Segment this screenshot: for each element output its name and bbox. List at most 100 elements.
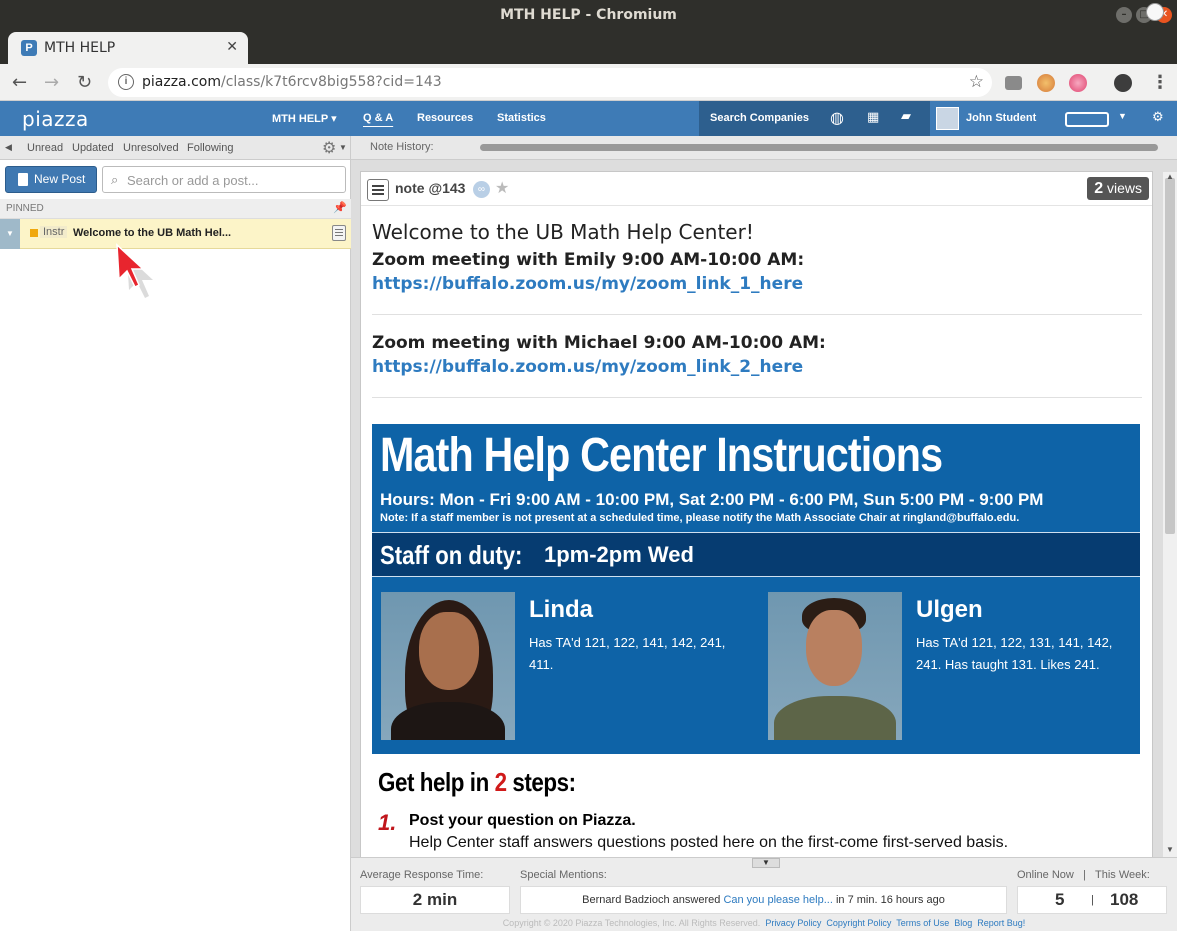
back-icon[interactable]: ←	[12, 72, 27, 93]
chat-icon[interactable]: ▰	[901, 108, 911, 124]
link-icon[interactable]: ∞	[473, 181, 490, 198]
meeting-emily: Zoom meeting with Emily 9:00 AM-10:00 AM…	[372, 250, 805, 270]
poster-note: Note: If a staff member is not present a…	[380, 512, 1020, 524]
staff-desc: Has TA'd 121, 122, 141, 142, 241, 411.	[529, 635, 726, 672]
user-name[interactable]: John Student	[966, 112, 1036, 124]
calendar-icon[interactable]: ▦	[867, 109, 879, 125]
slider-handle[interactable]	[1146, 3, 1164, 21]
post-title[interactable]: Welcome to the UB Math Hel...	[73, 227, 231, 239]
step-number: 1.	[378, 810, 397, 835]
divider	[372, 314, 1142, 315]
note-id: note @143	[395, 180, 466, 196]
globe-icon[interactable]: ◍	[830, 108, 844, 128]
step-desc: Help Center staff answers questions post…	[409, 834, 1009, 851]
step-title: Post your question on Piazza.	[409, 812, 636, 829]
avg-response-label: Average Response Time:	[360, 869, 484, 881]
menu-icon[interactable]	[367, 179, 389, 201]
instructions-poster: Math Help Center Instructions Hours: Mon…	[372, 424, 1140, 754]
tab-title: MTH HELP	[44, 40, 116, 56]
privacy-policy-link[interactable]: Privacy Policy	[765, 918, 821, 928]
report-bug-link[interactable]: Report Bug!	[977, 918, 1025, 928]
mouse-cursor-icon	[116, 243, 153, 298]
collapse-left-icon[interactable]: ◀	[5, 142, 12, 153]
note-history-label: Note History:	[370, 141, 434, 153]
settings-gear-icon[interactable]: ⚙	[322, 138, 336, 158]
filter-updated[interactable]: Updated	[72, 142, 114, 154]
profile-icon[interactable]	[1114, 74, 1132, 92]
copyright-policy-link[interactable]: Copyright Policy	[826, 918, 891, 928]
note-header: note @143 ∞ ★ 2 views	[361, 172, 1152, 206]
pink-extension-icon[interactable]	[1069, 74, 1087, 92]
zoom-link-2[interactable]: https://buffalo.zoom.us/my/zoom_link_2_h…	[372, 357, 1142, 377]
camera-extension-icon[interactable]	[1005, 76, 1022, 90]
pin-icon: 📌	[333, 202, 347, 214]
filter-unread[interactable]: Unread	[27, 142, 63, 154]
bookmark-star-icon[interactable]: ☆	[969, 72, 984, 92]
filter-following[interactable]: Following	[187, 142, 233, 154]
meeting-michael: Zoom meeting with Michael 9:00 AM-10:00 …	[372, 333, 826, 353]
mention-link[interactable]: Can you please help...	[723, 894, 832, 906]
avatar[interactable]	[936, 107, 959, 130]
info-icon[interactable]: i	[118, 74, 134, 90]
favorite-star-icon[interactable]: ★	[495, 178, 509, 198]
gear-icon[interactable]: ⚙	[1152, 109, 1164, 125]
list-item[interactable]: ▼ Instr Welcome to the UB Math Hel...	[0, 219, 351, 249]
browser-menu-icon[interactable]: ⋮	[1151, 72, 1169, 93]
reload-icon[interactable]: ↻	[77, 72, 92, 93]
minimize-icon[interactable]: –	[1116, 7, 1132, 23]
tab-resources[interactable]: Resources	[417, 112, 473, 124]
pinned-header[interactable]: PINNED 📌	[0, 199, 351, 219]
staff-label: Staff on duty:	[380, 540, 523, 570]
scrollbar-thumb[interactable]	[1165, 178, 1175, 534]
chevron-down-icon[interactable]: ▼	[1118, 111, 1127, 121]
new-post-button[interactable]: New Post	[5, 166, 97, 193]
page-icon	[18, 173, 28, 186]
note-icon	[332, 225, 346, 241]
scrollbar[interactable]: ▲ ▼	[1163, 172, 1177, 857]
poster-title: Math Help Center Instructions	[380, 429, 943, 482]
zoom-link-1[interactable]: https://buffalo.zoom.us/my/zoom_link_1_h…	[372, 274, 1142, 294]
feed-filter-bar: ◀ Unread Updated Unresolved Following ⚙ …	[0, 136, 351, 160]
note-card: note @143 ∞ ★ 2 views Welcome to the UB …	[360, 171, 1153, 861]
this-week-label: This Week:	[1095, 869, 1150, 881]
browser-tab[interactable]: P MTH HELP ✕	[8, 32, 248, 64]
terms-link[interactable]: Terms of Use	[896, 918, 949, 928]
forward-icon[interactable]: →	[44, 72, 59, 93]
search-icon: ⌕	[111, 172, 119, 187]
window-title-bar: MTH HELP - Chromium – □ ✕	[0, 0, 1177, 30]
search-input[interactable]: ⌕ Search or add a post...	[102, 166, 346, 193]
window-title: MTH HELP - Chromium	[500, 7, 677, 23]
views-badge: 2 views	[1087, 177, 1149, 200]
stats-footer: Average Response Time: 2 min Special Men…	[351, 857, 1177, 931]
url-text[interactable]: piazza.com/class/k7t6rcv8big558?cid=143	[142, 74, 442, 90]
poster-hours: Hours: Mon - Fri 9:00 AM - 10:00 PM, Sat…	[380, 490, 1044, 509]
address-bar[interactable]: i piazza.com/class/k7t6rcv8big558?cid=14…	[108, 68, 992, 97]
special-mention: Bernard Badzioch answered Can you please…	[520, 886, 1007, 914]
cookie-extension-icon[interactable]	[1037, 74, 1055, 92]
piazza-navbar: piazza MTH HELP ▾ Q & A Resources Statis…	[0, 101, 1177, 136]
account-select[interactable]	[1065, 112, 1109, 127]
scroll-up-icon[interactable]: ▲	[1166, 172, 1174, 181]
piazza-favicon-icon: P	[21, 40, 37, 56]
tab-qa[interactable]: Q & A	[363, 112, 393, 124]
close-tab-icon[interactable]: ✕	[226, 38, 238, 55]
search-companies-link[interactable]: Search Companies	[710, 112, 809, 124]
scroll-down-icon[interactable]: ▼	[1166, 845, 1174, 854]
browser-toolbar: ← → ↻ i piazza.com/class/k7t6rcv8big558?…	[0, 64, 1177, 101]
note-history-slider[interactable]	[480, 144, 1158, 151]
collapse-footer-icon[interactable]: ▼	[752, 858, 780, 868]
feed-panel: New Post ⌕ Search or add a post... PINNE…	[0, 160, 351, 931]
divider	[372, 397, 1142, 398]
note-history-bar: Note History:	[351, 136, 1177, 160]
special-mentions-label: Special Mentions:	[520, 869, 607, 881]
expand-icon[interactable]: ▼	[0, 219, 20, 249]
piazza-logo[interactable]: piazza	[22, 107, 89, 131]
class-dropdown[interactable]: MTH HELP ▾	[272, 112, 337, 125]
tab-statistics[interactable]: Statistics	[497, 112, 546, 124]
filter-unresolved[interactable]: Unresolved	[123, 142, 179, 154]
note-area: note @143 ∞ ★ 2 views Welcome to the UB …	[351, 160, 1177, 861]
chevron-down-icon[interactable]: ▼	[339, 143, 347, 152]
search-companies-area: Search Companies ◍ ▦ ▰	[699, 101, 930, 136]
blog-link[interactable]: Blog	[954, 918, 972, 928]
staff-photo-ulgen	[768, 592, 902, 740]
